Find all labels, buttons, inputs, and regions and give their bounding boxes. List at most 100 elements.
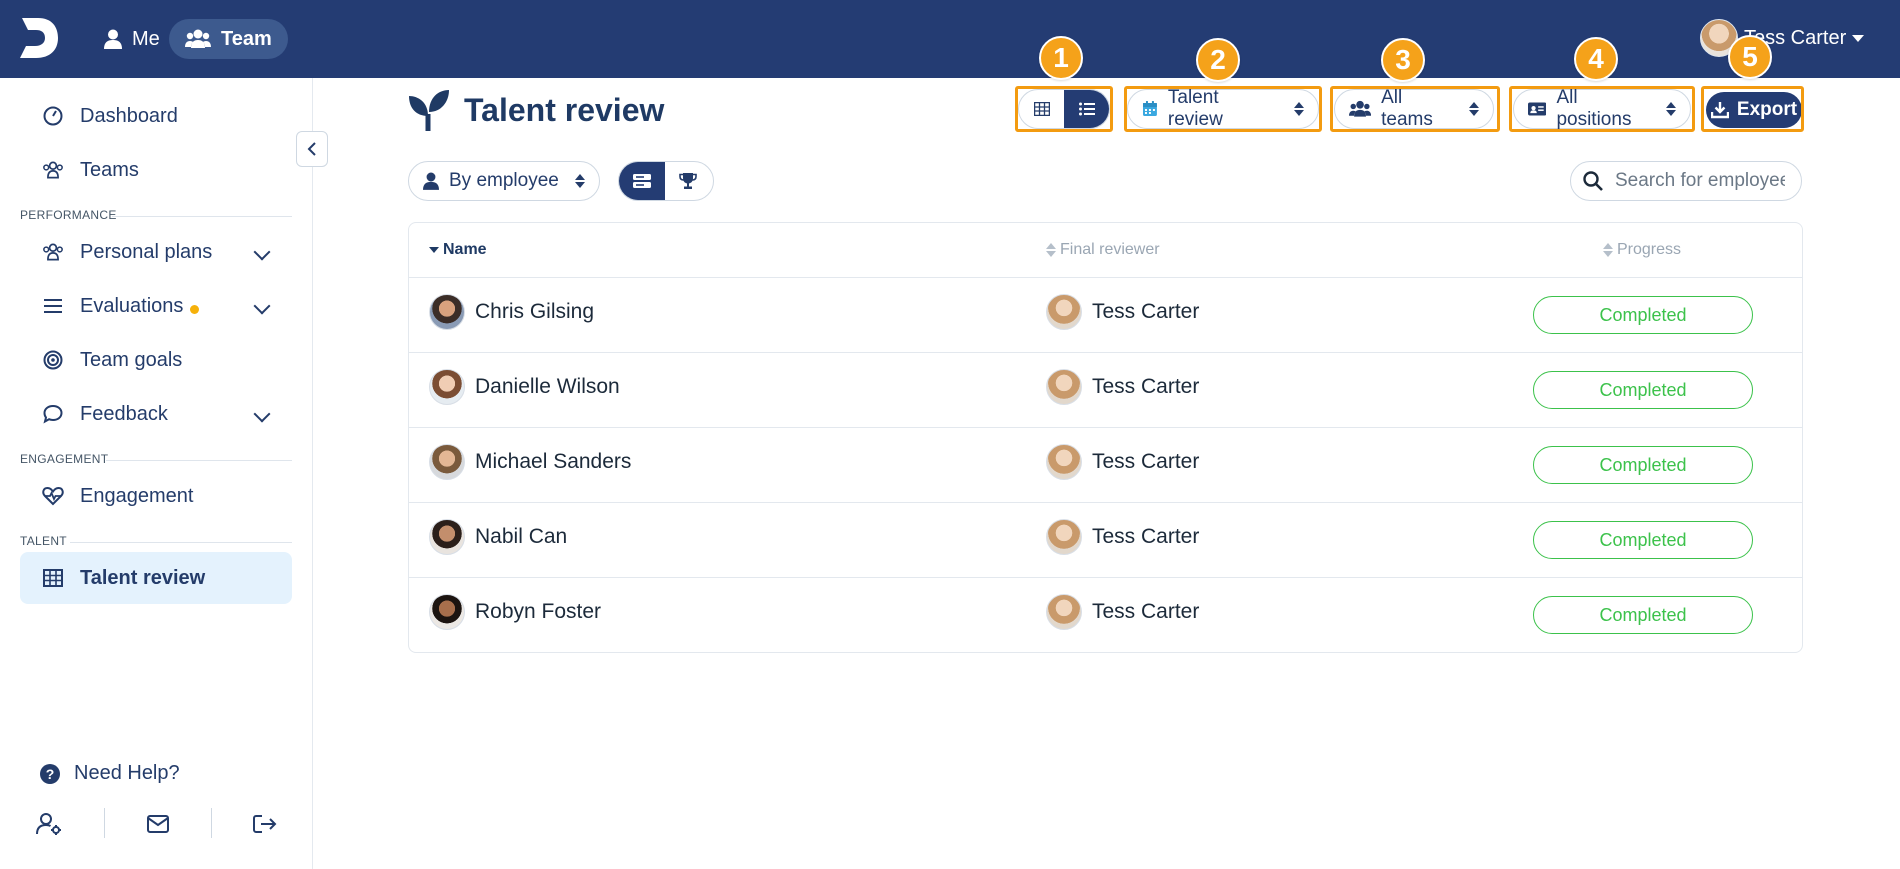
review-mode-button[interactable] <box>619 162 665 200</box>
page-title: Talent review <box>408 88 664 132</box>
nav-me-label: Me <box>132 27 160 50</box>
app-logo[interactable] <box>18 16 60 60</box>
table-row[interactable]: Robyn Foster Tess Carter Completed <box>409 578 1802 652</box>
status-badge[interactable]: Completed <box>1533 521 1753 559</box>
column-label: Name <box>443 241 487 258</box>
heartbeat-icon <box>42 485 64 507</box>
employee-cell: Robyn Foster <box>429 594 601 630</box>
nav-me-tab[interactable]: Me <box>92 20 172 58</box>
section-talent: TALENT <box>20 534 292 548</box>
reviewer-cell: Tess Carter <box>1046 519 1199 555</box>
avatar <box>429 519 465 555</box>
sort-desc-icon <box>429 247 439 253</box>
nav-team-tab[interactable]: Team <box>169 19 288 59</box>
search-input[interactable] <box>1615 170 1785 192</box>
sidebar-item-talent-review[interactable]: Talent review <box>20 552 292 604</box>
status-badge[interactable]: Completed <box>1533 371 1753 409</box>
highlight-teams-select <box>1330 86 1500 132</box>
sidebar-item-feedback[interactable]: Feedback <box>20 392 292 436</box>
search-box <box>1570 161 1802 201</box>
user-icon <box>104 29 122 49</box>
logout-icon[interactable] <box>251 810 279 838</box>
talent-table: Name Final reviewer Progress Chris Gilsi… <box>408 222 1803 653</box>
sort-icon <box>1603 243 1613 257</box>
sidebar-item-personal-plans[interactable]: Personal plans <box>20 230 292 274</box>
caret-down-icon <box>1852 34 1865 42</box>
sidebar-item-evaluations[interactable]: Evaluations <box>20 284 292 328</box>
nav-team-label: Team <box>221 27 272 50</box>
employee-name[interactable]: Nabil Can <box>475 525 567 549</box>
reviewer-name: Tess Carter <box>1092 375 1200 398</box>
sidebar-item-label: Engagement <box>80 484 194 507</box>
dashboard-icon <box>42 105 64 127</box>
group-by-select[interactable]: By employee <box>408 161 600 201</box>
column-reviewer-header[interactable]: Final reviewer <box>1046 241 1160 259</box>
divider <box>112 216 292 217</box>
help-icon: ? <box>40 763 60 784</box>
table-row[interactable]: Nabil Can Tess Carter Completed <box>409 503 1802 578</box>
column-progress-header[interactable]: Progress <box>1603 241 1681 259</box>
chevron-down-icon[interactable] <box>253 243 271 261</box>
sidebar-item-label: Teams <box>80 158 139 181</box>
section-performance: PERFORMANCE <box>20 208 292 222</box>
avatar <box>429 594 465 630</box>
sidebar-item-label: Feedback <box>80 402 168 425</box>
sidebar-item-teams[interactable]: Teams <box>20 148 292 192</box>
status-badge[interactable]: Completed <box>1533 446 1753 484</box>
group-by-label: By employee <box>449 170 559 191</box>
avatar <box>429 444 465 480</box>
highlight-cycle-select <box>1124 86 1322 132</box>
user-settings-icon[interactable] <box>35 810 63 838</box>
status-badge[interactable]: Completed <box>1533 296 1753 334</box>
employee-name[interactable]: Chris Gilsing <box>475 300 594 324</box>
table-row[interactable]: Danielle Wilson Tess Carter Completed <box>409 353 1802 428</box>
step-badge-3: 3 <box>1381 38 1425 82</box>
column-label: Final reviewer <box>1060 241 1160 258</box>
employee-name[interactable]: Robyn Foster <box>475 600 601 624</box>
reviewer-cell: Tess Carter <box>1046 294 1199 330</box>
employee-name[interactable]: Michael Sanders <box>475 450 631 474</box>
sidebar-item-label: Team goals <box>80 348 183 371</box>
status-badge[interactable]: Completed <box>1533 596 1753 634</box>
section-engagement: ENGAGEMENT <box>20 452 292 466</box>
ranking-mode-button[interactable] <box>665 162 711 200</box>
chevron-down-icon[interactable] <box>253 297 271 315</box>
grid-icon <box>42 567 64 589</box>
reviewer-name: Tess Carter <box>1092 525 1200 548</box>
employee-cell: Nabil Can <box>429 519 567 555</box>
need-help-link[interactable]: ? Need Help? <box>40 762 180 785</box>
reviewer-name: Tess Carter <box>1092 600 1200 623</box>
users-icon <box>42 159 64 181</box>
table-row[interactable]: Michael Sanders Tess Carter Completed <box>409 428 1802 503</box>
sidebar-item-engagement[interactable]: Engagement <box>20 474 292 518</box>
avatar <box>429 294 465 330</box>
sidebar-item-dashboard[interactable]: Dashboard <box>20 94 292 138</box>
avatar <box>1046 294 1082 330</box>
avatar <box>1046 519 1082 555</box>
divider <box>104 808 105 838</box>
highlight-view-toggle <box>1015 86 1113 132</box>
collapse-sidebar-button[interactable] <box>296 131 328 167</box>
employee-name[interactable]: Danielle Wilson <box>475 375 620 399</box>
divider <box>106 460 292 461</box>
trophy-icon <box>679 173 697 189</box>
chat-icon <box>42 403 64 425</box>
need-help-label: Need Help? <box>74 762 180 784</box>
table-row[interactable]: Chris Gilsing Tess Carter Completed <box>409 278 1802 353</box>
user-menu[interactable]: Tess Carter <box>1700 16 1865 60</box>
sidebar-item-label: Personal plans <box>80 240 213 263</box>
mail-icon[interactable] <box>144 810 172 838</box>
sort-icon <box>574 174 585 188</box>
column-label: Progress <box>1617 241 1682 258</box>
user-icon <box>423 172 439 190</box>
chevron-down-icon[interactable] <box>253 405 271 423</box>
column-name-header[interactable]: Name <box>429 241 487 259</box>
sidebar-item-label: Evaluations <box>80 294 184 317</box>
users-icon <box>185 29 211 48</box>
employee-cell: Michael Sanders <box>429 444 631 480</box>
list-icon <box>42 295 64 317</box>
chevron-left-icon <box>307 142 316 156</box>
sidebar-item-team-goals[interactable]: Team goals <box>20 338 292 382</box>
sidebar-item-label: Dashboard <box>80 104 178 127</box>
reviewer-name: Tess Carter <box>1092 300 1200 323</box>
